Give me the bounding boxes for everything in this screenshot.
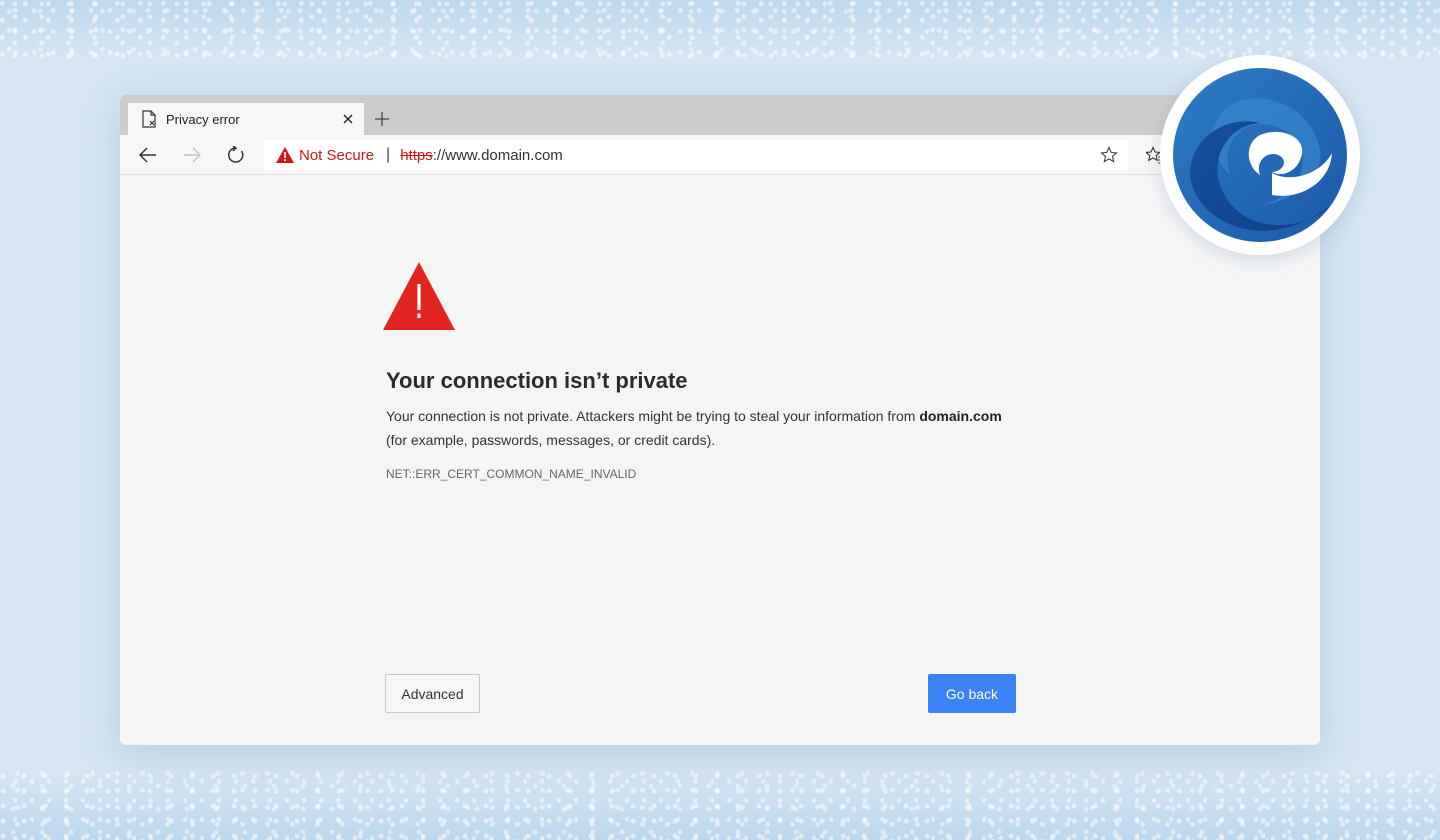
error-description-suffix: (for example, passwords, messages, or cr… bbox=[386, 432, 716, 448]
refresh-icon bbox=[228, 146, 244, 163]
arrow-right-icon bbox=[184, 147, 201, 163]
tab-title: Privacy error bbox=[166, 111, 240, 127]
warning-triangle-icon bbox=[383, 262, 455, 330]
error-code: NET::ERR_CERT_COMMON_NAME_INVALID bbox=[386, 467, 637, 481]
browser-window: Privacy error Not Secure | https://www.… bbox=[120, 95, 1320, 745]
address-bar[interactable]: Not Secure | https ://www.domain.com bbox=[264, 140, 1128, 170]
favorite-star-icon[interactable] bbox=[1100, 146, 1118, 164]
error-page: Your connection isn’t private Your conne… bbox=[120, 175, 1320, 745]
refresh-button[interactable] bbox=[224, 143, 248, 167]
error-heading: Your connection isn’t private bbox=[386, 368, 688, 393]
new-tab-plus-icon[interactable] bbox=[372, 109, 392, 129]
error-description-prefix: Your connection is not private. Attacker… bbox=[386, 408, 920, 424]
close-icon[interactable] bbox=[340, 111, 356, 127]
tab-privacy-error[interactable]: Privacy error bbox=[128, 103, 364, 135]
url-scheme: https bbox=[400, 146, 433, 164]
back-button[interactable] bbox=[136, 143, 160, 167]
forward-button[interactable] bbox=[180, 143, 204, 167]
go-back-button[interactable]: Go back bbox=[928, 674, 1016, 713]
microsoft-edge-logo bbox=[1160, 55, 1360, 255]
error-description: Your connection is not private. Attacker… bbox=[386, 404, 1036, 452]
arrow-left-icon bbox=[139, 147, 156, 163]
not-secure-label[interactable]: Not Secure bbox=[299, 147, 374, 164]
toolbar: Not Secure | https ://www.domain.com bbox=[120, 135, 1320, 175]
error-domain: domain.com bbox=[919, 408, 1002, 424]
tab-strip: Privacy error bbox=[120, 95, 1320, 135]
background-texture-bottom bbox=[0, 770, 1440, 840]
url-host: ://www.domain.com bbox=[432, 146, 563, 164]
warning-icon bbox=[276, 147, 294, 163]
background-texture-top bbox=[0, 0, 1440, 60]
address-separator: | bbox=[386, 146, 391, 163]
page-error-icon bbox=[140, 110, 158, 128]
advanced-button[interactable]: Advanced bbox=[385, 674, 480, 713]
